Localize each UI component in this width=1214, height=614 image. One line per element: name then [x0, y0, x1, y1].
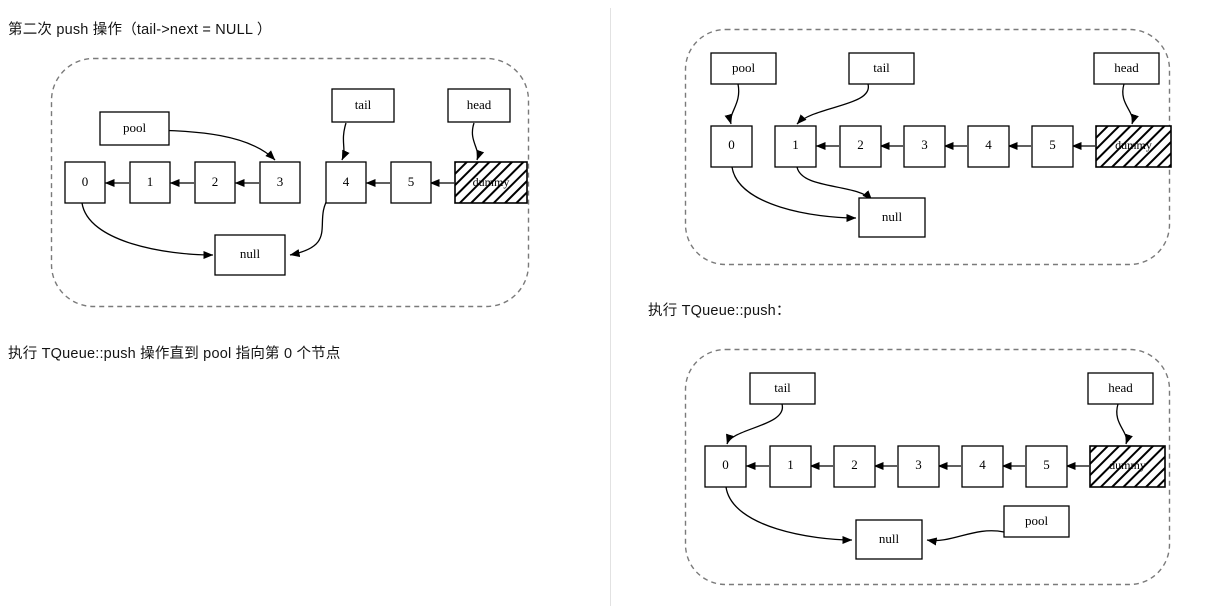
- null-box: null: [858, 197, 926, 238]
- node-label-5: 5: [408, 174, 415, 189]
- pointer-pool-to-0: [724, 83, 740, 125]
- dummy-box: dummy: [454, 161, 528, 204]
- node-label-0: 0: [722, 457, 729, 472]
- null-label: null: [882, 209, 903, 224]
- node-box-3: 3: [259, 161, 301, 204]
- tail-box: tail: [331, 88, 395, 123]
- pointer-tail-to-0: [726, 403, 783, 445]
- dummy-box: dummy: [1089, 445, 1166, 488]
- head-label: head: [1114, 60, 1139, 75]
- left-diagram-caption: 执行 TQueue::push 操作直到 pool 指向第 0 个节点: [8, 346, 341, 362]
- null-box: null: [855, 519, 923, 560]
- node-box-5: 5: [1031, 125, 1074, 168]
- tail-label: tail: [355, 97, 372, 112]
- node-box-2: 2: [833, 445, 876, 488]
- head-box: head: [447, 88, 511, 123]
- node-box-2: 2: [839, 125, 882, 168]
- node-box-3: 3: [897, 445, 940, 488]
- node-box-0: 0: [64, 161, 106, 204]
- node-label-2: 2: [851, 457, 858, 472]
- pool-box: pool: [99, 111, 170, 146]
- pointer-pool-to-null: [926, 530, 1005, 546]
- null-label: null: [240, 246, 261, 261]
- dummy-label: dummy: [1115, 138, 1152, 152]
- node-label-3: 3: [277, 174, 284, 189]
- tail-box: tail: [848, 52, 915, 85]
- link-1-to-null: [796, 166, 873, 201]
- node-label-1: 1: [147, 174, 154, 189]
- node-label-1: 1: [787, 457, 794, 472]
- head-label: head: [1108, 380, 1133, 395]
- pool-label: pool: [123, 120, 147, 135]
- pool-box: pool: [1003, 505, 1070, 538]
- node-label-1: 1: [792, 137, 799, 152]
- head-box: head: [1087, 372, 1154, 405]
- pointer-tail-to-4: [341, 122, 350, 161]
- left-diagram-title: 第二次 push 操作（tail->next = NULL ）: [8, 22, 272, 38]
- node-box-1: 1: [769, 445, 812, 488]
- node-box-0: 0: [710, 125, 753, 168]
- top-right-diagram: pool tail head 0 1 2 3 4 5 dummy null: [684, 28, 1184, 278]
- pointer-head-to-dummy: [471, 122, 485, 161]
- link-0-to-null: [731, 166, 857, 223]
- node-label-2: 2: [857, 137, 864, 152]
- node-label-3: 3: [921, 137, 928, 152]
- left-diagram: pool tail head 0 1 2 3 4 5 dummy null: [50, 57, 550, 322]
- column-divider: [610, 8, 611, 606]
- null-box: null: [214, 234, 286, 276]
- node-box-5: 5: [1025, 445, 1068, 488]
- tail-label: tail: [873, 60, 890, 75]
- node-label-5: 5: [1043, 457, 1050, 472]
- tail-label: tail: [774, 380, 791, 395]
- node-label-4: 4: [979, 457, 986, 472]
- tail-box: tail: [749, 372, 816, 405]
- dummy-label: dummy: [473, 175, 510, 189]
- node-label-4: 4: [985, 137, 992, 152]
- pointer-head-to-dummy: [1116, 403, 1133, 445]
- node-label-0: 0: [82, 174, 89, 189]
- pointer-head-to-dummy: [1122, 83, 1139, 125]
- node-label-0: 0: [728, 137, 735, 152]
- null-label: null: [879, 531, 900, 546]
- link-0-to-null: [81, 202, 214, 260]
- node-box-3: 3: [903, 125, 946, 168]
- node-label-3: 3: [915, 457, 922, 472]
- dummy-label: dummy: [1109, 458, 1146, 472]
- node-label-2: 2: [212, 174, 219, 189]
- pool-label: pool: [732, 60, 756, 75]
- link-0-to-null: [725, 486, 853, 545]
- pool-label: pool: [1025, 513, 1049, 528]
- right-middle-caption: 执行 TQueue::push：: [648, 303, 791, 319]
- node-box-5: 5: [390, 161, 432, 204]
- link-4-to-null: [289, 196, 330, 258]
- node-label-4: 4: [343, 174, 350, 189]
- head-label: head: [467, 97, 492, 112]
- head-box: head: [1093, 52, 1160, 85]
- node-box-4: 4: [325, 161, 367, 204]
- pool-box: pool: [710, 52, 777, 85]
- node-label-5: 5: [1049, 137, 1056, 152]
- node-box-4: 4: [967, 125, 1010, 168]
- node-box-0: 0: [704, 445, 747, 488]
- node-box-1: 1: [774, 125, 817, 168]
- diagram-page: 第二次 push 操作（tail->next = NULL ） pool tai…: [0, 0, 1214, 614]
- node-box-1: 1: [129, 161, 171, 204]
- pointer-tail-to-1: [796, 83, 869, 125]
- node-box-4: 4: [961, 445, 1004, 488]
- bottom-right-diagram: tail head 0 1 2 3 4 5 dummy null pool: [684, 348, 1184, 598]
- node-box-2: 2: [194, 161, 236, 204]
- dummy-box: dummy: [1095, 125, 1172, 168]
